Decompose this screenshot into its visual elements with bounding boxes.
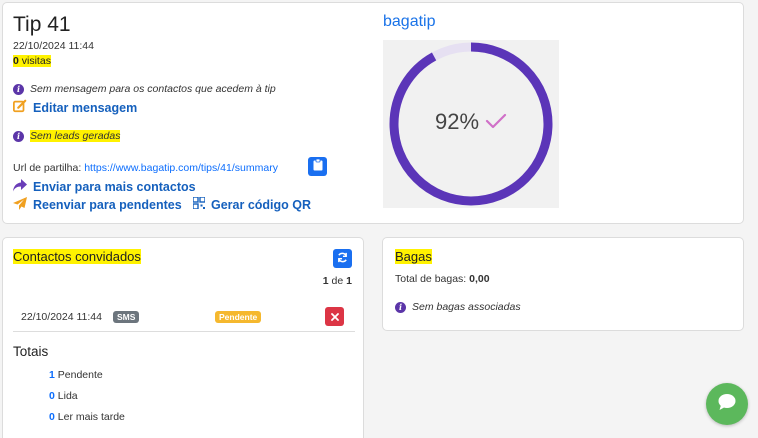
progress-percent: 92% <box>434 109 480 134</box>
progress-gauge-panel: 92% <box>383 40 559 208</box>
resend-pending-label: Reenviar para pendentes <box>33 198 182 212</box>
delete-contact-button[interactable] <box>325 307 344 326</box>
total-count: 0 <box>49 390 55 402</box>
no-leads-line: i Sem leads geradas <box>13 130 121 142</box>
bagas-empty-text: Sem bagas associadas <box>412 301 521 313</box>
brand-name[interactable]: bagatip <box>383 13 436 31</box>
info-icon: i <box>13 130 24 142</box>
bagas-total-line: Total de bagas: 0,00 <box>395 273 490 285</box>
send-more-contacts-link[interactable]: Enviar para mais contactos <box>13 179 196 195</box>
send-more-label: Enviar para mais contactos <box>33 180 196 194</box>
qr-label: Gerar código QR <box>211 197 312 212</box>
total-label: Lida <box>57 390 78 402</box>
totals-list: 1 Pendente 0 Lida 0 Ler mais tarde <box>49 369 125 432</box>
share-url-line: Url de partilha: https://www.bagatip.com… <box>13 162 278 174</box>
share-icon <box>13 179 27 195</box>
edit-message-link[interactable]: Editar mensagem <box>13 99 137 116</box>
share-label: Url de partilha: <box>13 162 82 174</box>
total-label: Ler mais tarde <box>57 411 125 423</box>
no-leads-text: Sem leads geradas <box>30 130 121 142</box>
info-icon: i <box>13 83 24 95</box>
status-badge: Pendente <box>215 311 262 323</box>
refresh-icon <box>337 250 348 268</box>
bagas-total-label: Total de bagas: <box>395 273 467 285</box>
contacts-title: Contactos convidados <box>13 249 141 264</box>
visits-label: visitas <box>21 55 51 67</box>
total-label: Pendente <box>57 369 103 381</box>
page-current: 1 <box>322 275 329 287</box>
bagas-total-value: 0,00 <box>469 273 490 285</box>
tip-datetime: 22/10/2024 11:44 <box>13 40 94 52</box>
table-row: 22/10/2024 11:44 SMS Pendente <box>13 302 355 332</box>
pagination: 1 de 1 <box>323 275 352 287</box>
list-item: 1 Pendente <box>49 369 125 390</box>
check-icon <box>485 109 507 135</box>
bagas-empty-line: i Sem bagas associadas <box>395 301 521 313</box>
generate-qr-link[interactable]: Gerar código QR <box>192 196 312 212</box>
visits-count: 0 <box>13 55 19 67</box>
progress-readout: 92% <box>383 109 559 135</box>
bagas-card: Bagas Total de bagas: 0,00 i Sem bagas a… <box>382 237 744 331</box>
channel-badge: SMS <box>113 311 140 323</box>
page-total: 1 <box>346 275 352 287</box>
qrcode-icon <box>192 196 206 212</box>
total-count: 0 <box>49 411 55 423</box>
page-separator: de <box>331 275 344 287</box>
tip-title: Tip 41 <box>13 13 71 36</box>
bagas-title: Bagas <box>395 249 432 264</box>
resend-pending-link[interactable]: Reenviar para pendentes <box>13 197 182 213</box>
edit-message-label: Editar mensagem <box>33 100 138 115</box>
copy-url-button[interactable] <box>308 157 327 176</box>
info-icon: i <box>395 301 406 313</box>
visits-line: 0 visitas <box>13 55 51 67</box>
tip-summary-card: Tip 41 22/10/2024 11:44 0 visitas i Sem … <box>2 2 744 224</box>
refresh-button[interactable] <box>333 249 352 268</box>
visits-highlight: 0 visitas <box>13 55 51 67</box>
no-message-line: i Sem mensagem para os contactos que ace… <box>13 83 276 95</box>
totals-title: Totais <box>13 344 49 359</box>
contacts-card: Contactos convidados 1 de 1 22/10/2024 1… <box>2 237 364 438</box>
share-url-link[interactable]: https://www.bagatip.com/tips/41/summary <box>84 162 278 174</box>
comment-icon <box>717 393 737 416</box>
send-icon <box>13 197 27 213</box>
edit-icon <box>13 99 27 116</box>
close-icon <box>330 308 339 326</box>
chat-button[interactable] <box>706 383 748 425</box>
list-item: 0 Ler mais tarde <box>49 411 125 432</box>
total-count: 1 <box>49 369 55 381</box>
no-message-text: Sem mensagem para os contactos que acede… <box>30 83 276 95</box>
row-datetime: 22/10/2024 11:44 <box>21 311 102 323</box>
clipboard-icon <box>313 158 323 176</box>
list-item: 0 Lida <box>49 390 125 411</box>
